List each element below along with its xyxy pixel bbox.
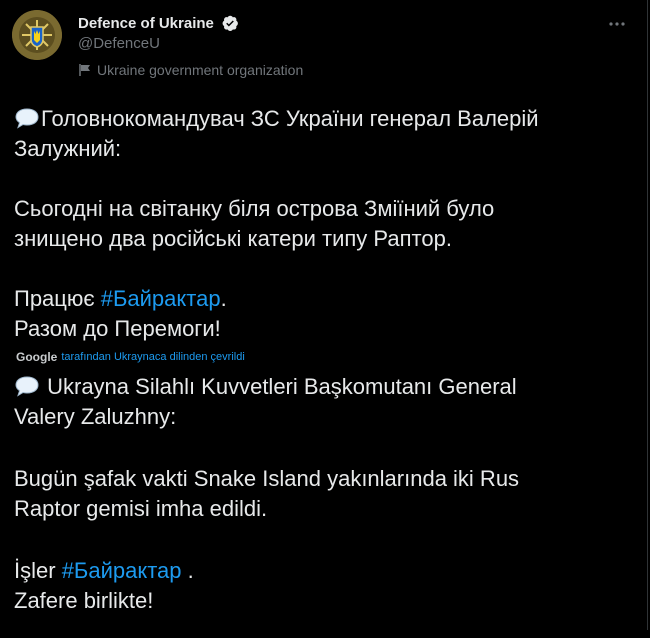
original-line-5-suffix: . bbox=[220, 286, 227, 311]
google-logo: Google bbox=[16, 350, 58, 364]
ukraine-flag-emoji bbox=[223, 318, 253, 339]
tweet-text-original: Головнокомандувач ЗС України генерал Вал… bbox=[14, 104, 627, 366]
original-line-6: Разом до Перемоги! bbox=[14, 316, 221, 341]
translated-line-1: Ukrayna Silahlı Kuvvetleri Başkomutanı G… bbox=[41, 374, 517, 399]
org-label-text: Ukraine government organization bbox=[97, 62, 304, 78]
speech-balloon-emoji bbox=[14, 107, 40, 129]
text-line: İşler #Байрактар . bbox=[14, 556, 627, 586]
translated-line-3: Bugün şafak vakti Snake Island yakınları… bbox=[14, 466, 520, 491]
tweet: Defence of Ukraine @DefenceU Ukraine gov… bbox=[0, 0, 648, 630]
translation-link[interactable]: tarafından Ukraynaca dilinden çevrildi bbox=[61, 351, 244, 363]
more-horizontal-icon bbox=[609, 22, 625, 26]
translated-line-6: Zafere birlikte! bbox=[14, 588, 160, 613]
text-line: Ukrayna Silahlı Kuvvetleri Başkomutanı G… bbox=[14, 372, 627, 402]
flag-icon bbox=[78, 63, 92, 77]
original-line-4: знищено два російські катери типу Раптор… bbox=[14, 226, 452, 251]
translated-line-5-prefix: İşler bbox=[14, 558, 62, 583]
hashtag-bayraktar-link[interactable]: #Байрактар bbox=[101, 286, 221, 311]
coat-of-arms-logo bbox=[12, 10, 62, 60]
translated-line-2: Valery Zaluzhny: bbox=[14, 404, 177, 429]
original-line-3: Сьогодні на світанку біля острова Зміїни… bbox=[14, 196, 495, 221]
tweet-header: Defence of Ukraine @DefenceU Ukraine gov… bbox=[12, 10, 635, 90]
original-line-1: Головнокомандувач ЗС України генерал Вал… bbox=[41, 106, 539, 131]
text-line: Zafere birlikte! bbox=[14, 586, 627, 616]
handle[interactable]: @DefenceU bbox=[78, 35, 239, 52]
hashtag-bayraktar-link[interactable]: #Байрактар bbox=[62, 558, 182, 583]
name-block: Defence of Ukraine @DefenceU bbox=[78, 14, 239, 52]
speech-balloon-emoji bbox=[14, 375, 40, 397]
translated-line-4: Raptor gemisi imha edildi. bbox=[14, 496, 268, 521]
original-line-2: Залужний: bbox=[14, 136, 122, 161]
avatar[interactable] bbox=[12, 10, 62, 60]
translation-attribution: Google tarafından Ukraynaca dilinden çev… bbox=[16, 350, 245, 364]
verified-badge-icon bbox=[221, 14, 239, 32]
display-name[interactable]: Defence of Ukraine bbox=[78, 15, 214, 32]
text-line: Головнокомандувач ЗС України генерал Вал… bbox=[14, 104, 627, 134]
text-line: Разом до Перемоги! bbox=[14, 314, 627, 344]
tweet-text-translated: Ukrayna Silahlı Kuvvetleri Başkomutanı G… bbox=[14, 372, 627, 638]
government-label: Ukraine government organization bbox=[78, 62, 303, 78]
more-options-button[interactable] bbox=[605, 12, 629, 36]
original-line-5-prefix: Працює bbox=[14, 286, 101, 311]
text-line: Працює #Байрактар. bbox=[14, 284, 627, 314]
translated-line-5-suffix: . bbox=[181, 558, 194, 583]
ukraine-flag-emoji bbox=[162, 590, 192, 611]
